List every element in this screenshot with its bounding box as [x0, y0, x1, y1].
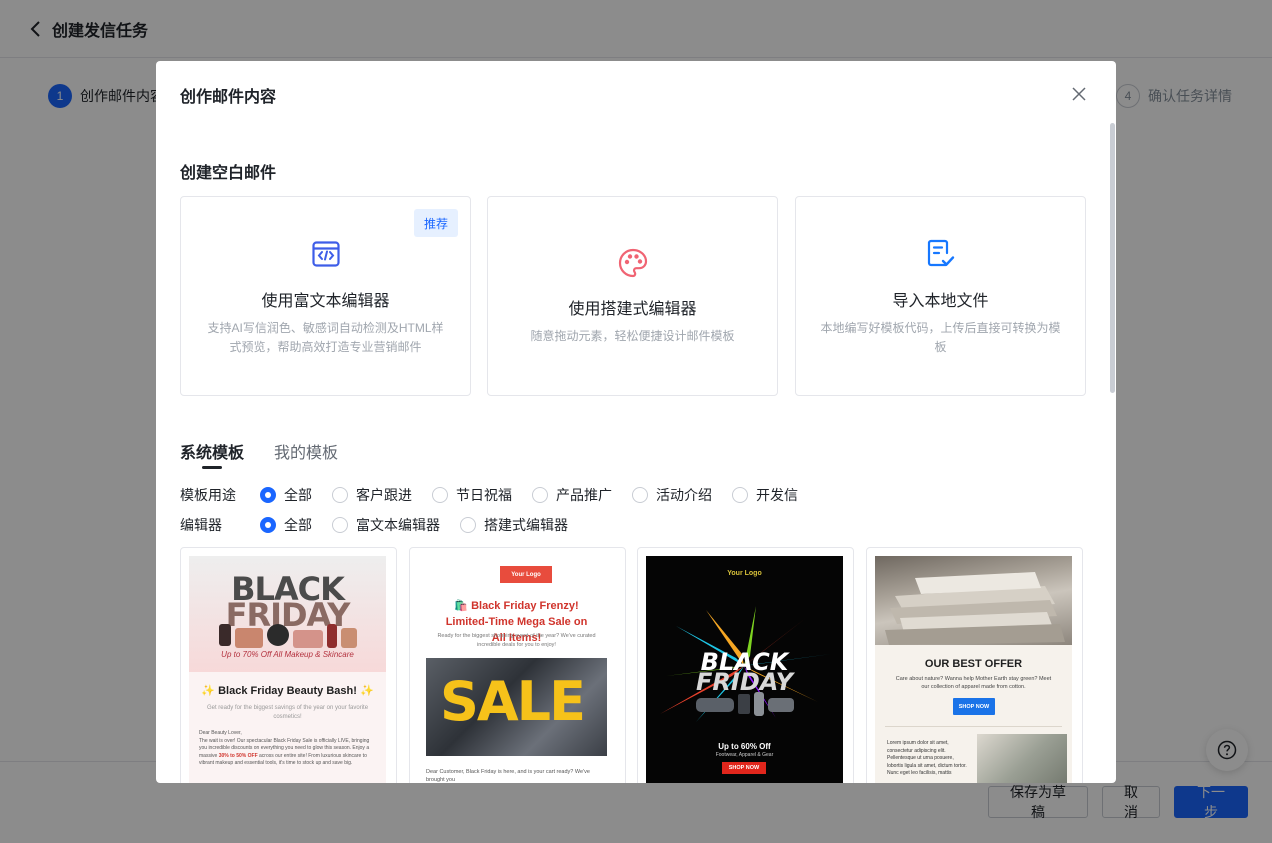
radio-unchecked-icon	[732, 487, 748, 503]
active-tab-indicator	[202, 466, 222, 469]
template-subtitle: Care about nature? Wanna help Mother Ear…	[895, 676, 1052, 690]
file-import-icon	[926, 239, 956, 269]
rich-text-editor-card[interactable]: 推荐 使用富文本编辑器 支持AI写信润色、敏感词自动检测及HTML样式预览，帮助…	[180, 196, 471, 396]
tab-my-templates[interactable]: 我的模板	[274, 439, 338, 463]
template-title: OUR BEST OFFER	[924, 658, 1023, 670]
template-body-text: Dear Customer, Black Friday is here, and…	[426, 769, 590, 783]
usage-option-holiday[interactable]: 节日祝福	[432, 485, 512, 505]
recommended-badge: 推荐	[414, 209, 458, 237]
category-text: Footwear, Apparel & Gear	[715, 752, 774, 758]
usage-option-label: 活动介绍	[656, 487, 712, 503]
template-subheading: Get ready for the biggest savings of the…	[206, 705, 369, 720]
rich-text-card-desc: 支持AI写信润色、敏感词自动检测及HTML样式预览，帮助高效打造专业营销邮件	[207, 321, 444, 354]
divider	[885, 726, 1062, 727]
template-thumbnail: Your Logo 🛍️ Black Friday Frenzy! Limite…	[418, 556, 615, 783]
newspaper-stack-graphic	[885, 572, 1065, 645]
offer-text: Up to 60% Off	[718, 742, 771, 751]
sale-street-image: SALE	[426, 658, 607, 756]
template-card-best-offer[interactable]: OUR BEST OFFER Care about nature? Wanna …	[866, 547, 1083, 783]
usage-option-outreach[interactable]: 开发信	[732, 485, 798, 505]
template-body-text: Lorem ipsum dolor sit amet, consectetur …	[887, 740, 967, 776]
template-body: ✨ Black Friday Beauty Bash! ✨ Get ready …	[189, 672, 386, 783]
product-lipstick	[219, 624, 231, 646]
discount-highlight: 30% to 50% OFF	[218, 752, 258, 759]
usage-option-follow-up[interactable]: 客户跟进	[332, 485, 412, 505]
tab-system-templates[interactable]: 系统模板	[180, 439, 244, 463]
close-icon	[1072, 87, 1086, 101]
close-button[interactable]	[1068, 83, 1090, 105]
greeting-text: Dear Beauty Lover,	[199, 730, 242, 736]
builder-editor-card[interactable]: 使用搭建式编辑器 随意拖动元素，轻松便捷设计邮件模板	[487, 196, 778, 396]
usage-option-label: 全部	[284, 487, 312, 503]
product-pouch	[293, 630, 323, 648]
radio-unchecked-icon	[532, 487, 548, 503]
template-hero-image: BLACK FRIDAY Up to 70% Off All Makeup & …	[189, 556, 386, 672]
code-icon	[311, 239, 341, 269]
radio-unchecked-icon	[460, 517, 476, 533]
blank-email-section-title: 创建空白邮件	[180, 165, 277, 182]
usage-option-all[interactable]: 全部	[260, 485, 312, 505]
product-box	[341, 628, 357, 648]
create-email-modal: 创作邮件内容 创建空白邮件 推荐 使用富文本编辑器 支持AI写信润色、敏感词自动…	[156, 61, 1116, 783]
shop-now-button: SHOP NOW	[953, 698, 995, 715]
template-thumbnail: Your Logo BLACK FRIDAY Up to 60% Off Foo…	[646, 556, 843, 783]
import-file-card[interactable]: 导入本地文件 本地编写好模板代码，上传后直接可转换为模板	[795, 196, 1086, 396]
radio-checked-icon	[260, 487, 276, 503]
radio-checked-icon	[260, 517, 276, 533]
radio-unchecked-icon	[332, 487, 348, 503]
usage-option-label: 客户跟进	[356, 487, 412, 503]
modal-scrollbar[interactable]	[1110, 123, 1115, 393]
sale-word: SALE	[440, 670, 586, 733]
modal-title: 创作邮件内容	[180, 89, 277, 106]
usage-option-label: 开发信	[756, 487, 798, 503]
template-card-frenzy-sale[interactable]: Your Logo 🛍️ Black Friday Frenzy! Limite…	[409, 547, 626, 783]
import-card-title: 导入本地文件	[892, 293, 989, 310]
product-compact	[267, 624, 289, 646]
template-heading: ✨ Black Friday Beauty Bash! ✨	[201, 685, 374, 697]
editor-option-label: 搭建式编辑器	[484, 517, 568, 533]
template-logo: Your Logo	[500, 566, 552, 583]
editor-filter-label: 编辑器	[180, 517, 222, 533]
usage-filter-label: 模板用途	[180, 487, 236, 503]
hero-friday-text: FRIDAY	[696, 668, 793, 696]
usage-option-label: 产品推广	[556, 487, 612, 503]
hero-tagline: Up to 70% Off All Makeup & Skincare	[221, 650, 354, 659]
editor-option-label: 富文本编辑器	[356, 517, 440, 533]
template-card-black-friday-gear[interactable]: Your Logo BLACK FRIDAY Up to 60% Off Foo…	[637, 547, 854, 783]
template-thumbnail: BLACK FRIDAY Up to 70% Off All Makeup & …	[189, 556, 386, 783]
builder-card-title: 使用搭建式编辑器	[568, 301, 697, 318]
product-bag	[235, 628, 263, 648]
product-bottle	[327, 624, 337, 648]
template-body-text: Dear Beauty Lover, The wait is over! Our…	[199, 730, 376, 768]
editor-option-builder[interactable]: 搭建式编辑器	[460, 515, 568, 535]
newspaper-stack-image	[875, 556, 1072, 645]
usage-option-event[interactable]: 活动介绍	[632, 485, 712, 505]
editor-filter: 编辑器 全部 富文本编辑器 搭建式编辑器	[180, 515, 588, 535]
editor-option-label: 全部	[284, 517, 312, 533]
editor-option-all[interactable]: 全部	[260, 515, 312, 535]
template-thumbnail: OUR BEST OFFER Care about nature? Wanna …	[875, 556, 1072, 783]
usage-option-label: 节日祝福	[456, 487, 512, 503]
radio-unchecked-icon	[632, 487, 648, 503]
import-card-desc: 本地编写好模板代码，上传后直接可转换为模板	[820, 321, 1061, 354]
template-subtitle: Ready for the biggest shopping event of …	[437, 633, 596, 648]
template-card-beauty-bash[interactable]: BLACK FRIDAY Up to 70% Off All Makeup & …	[180, 547, 397, 783]
usage-filter: 模板用途 全部 客户跟进 节日祝福 产品推广 活动介绍 开发信	[180, 485, 818, 505]
builder-card-desc: 随意拖动元素，轻松便捷设计邮件模板	[530, 329, 735, 343]
usage-option-promotion[interactable]: 产品推广	[532, 485, 612, 505]
editor-option-rich-text[interactable]: 富文本编辑器	[332, 515, 440, 535]
shop-now-button: SHOP NOW	[722, 762, 766, 774]
plant-photo	[977, 734, 1067, 783]
rich-text-card-title: 使用富文本编辑器	[261, 293, 390, 310]
radio-unchecked-icon	[432, 487, 448, 503]
palette-icon	[618, 248, 648, 278]
template-logo: Your Logo	[727, 570, 762, 577]
radio-unchecked-icon	[332, 517, 348, 533]
